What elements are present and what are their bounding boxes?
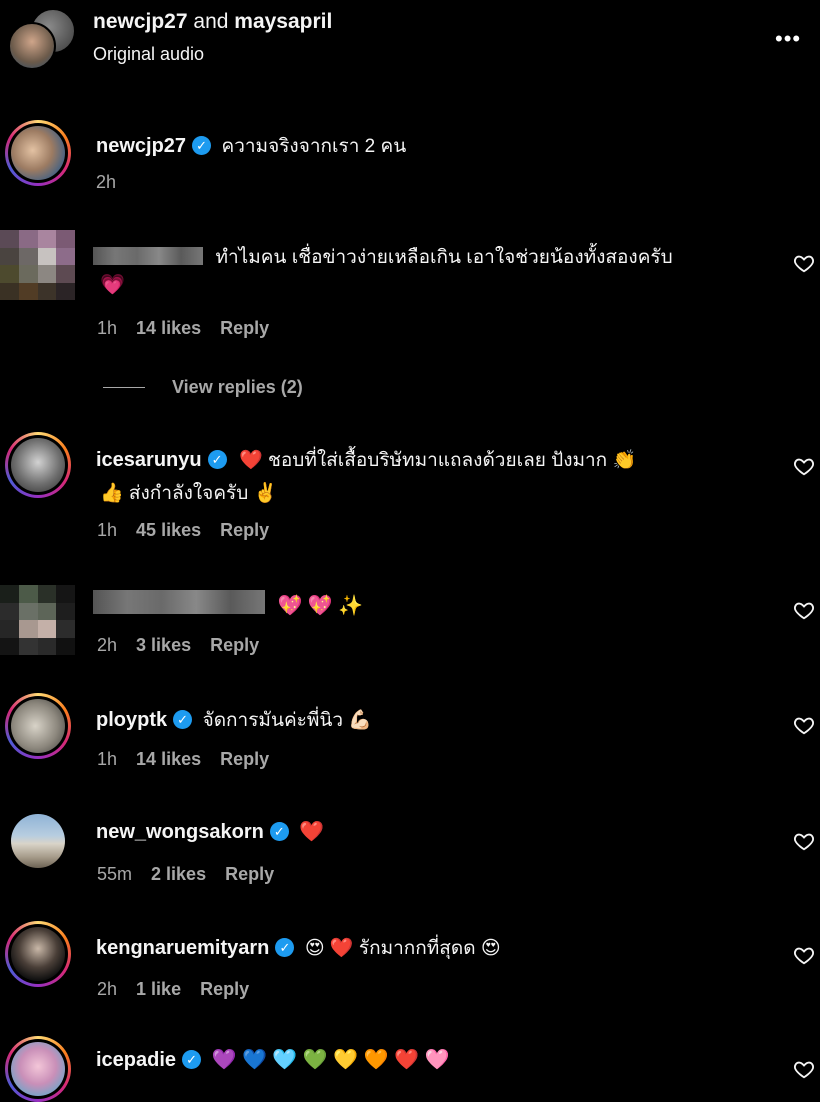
comment-likes[interactable]: 3 likes [136, 635, 191, 655]
avatar [11, 1042, 65, 1096]
verified-badge-icon: ✓ [173, 710, 193, 729]
comment-time: 55m [97, 864, 133, 884]
comment-avatar[interactable] [5, 432, 71, 498]
comment-avatar[interactable] [11, 814, 65, 868]
comment-text: ployptk ✓ จัดการมันค่ะพี่นิว 💪🏻 [96, 709, 372, 731]
audio-label[interactable]: Original audio [93, 44, 204, 65]
reply-button[interactable]: Reply [200, 979, 249, 999]
reply-button[interactable]: Reply [220, 318, 269, 338]
comment-time: 1h [97, 520, 118, 540]
reply-button[interactable]: Reply [220, 520, 269, 540]
reply-button[interactable]: Reply [220, 749, 269, 769]
caption-avatar[interactable] [5, 120, 71, 186]
heart-outline-icon[interactable] [793, 944, 815, 966]
comment-avatar[interactable] [5, 1036, 71, 1102]
verified-badge-icon: ✓ [182, 1050, 202, 1069]
audio-participants: newcjp27 and maysapril [93, 10, 332, 34]
header-joiner: and [193, 10, 229, 33]
heart-outline-icon[interactable] [793, 830, 815, 852]
comment-likes[interactable]: 14 likes [136, 749, 201, 769]
comment-text: 💖 💖 ✨ [93, 590, 363, 618]
comment-username[interactable]: newcjp27 [96, 135, 186, 157]
comment-meta: 2h 1 like Reply [97, 979, 249, 1000]
comment-time: 1h [97, 749, 118, 769]
comment-time: 2h [97, 635, 118, 655]
comment-time: 1h [97, 318, 118, 338]
avatar [8, 22, 56, 70]
comment-username[interactable]: new_wongsakorn [96, 821, 264, 843]
heart-outline-icon[interactable] [793, 252, 815, 274]
comment-text: new_wongsakorn ✓ ❤️ [96, 821, 325, 843]
avatar [11, 927, 65, 981]
heart-outline-icon[interactable] [793, 599, 815, 621]
comment-likes[interactable]: 14 likes [136, 318, 201, 338]
comment-meta: 1h 14 likes Reply [97, 318, 269, 339]
comment-username[interactable]: ployptk [96, 709, 167, 731]
heart-outline-icon[interactable] [793, 1058, 815, 1080]
blurred-username[interactable] [93, 590, 265, 614]
comment-username[interactable]: kengnaruemityarn [96, 937, 269, 959]
comment-meta: 1h 45 likes Reply [97, 520, 269, 541]
view-replies-button[interactable]: View replies (2) [172, 377, 303, 398]
blurred-avatar[interactable] [0, 585, 75, 655]
blurred-avatar[interactable] [0, 230, 75, 300]
comment-username[interactable]: icepadie [96, 1049, 176, 1071]
heart-outline-icon[interactable] [793, 714, 815, 736]
comment-text: icesarunyu ✓ ❤️ ชอบที่ใส่เสื้อบริษัทมาแถล… [96, 449, 637, 471]
divider [103, 387, 145, 388]
comment-username[interactable]: icesarunyu [96, 449, 202, 471]
reply-button[interactable]: Reply [210, 635, 259, 655]
comment-text: kengnaruemityarn ✓ 😍 ❤️ รักมากกที่สุดด 😍 [96, 937, 501, 959]
comment-avatar[interactable] [5, 921, 71, 987]
comment-text: ทำไมคน เชื่อข่าวง่ายเหลือเกิน เอาใจช่วยน… [93, 242, 673, 272]
verified-badge-icon: ✓ [207, 450, 227, 469]
caption-line: newcjp27 ✓ ความจริงจากเรา 2 คน [96, 131, 406, 161]
comment-likes[interactable]: 2 likes [151, 864, 206, 884]
comment-likes[interactable]: 45 likes [136, 520, 201, 540]
comment-meta: 2h 3 likes Reply [97, 635, 259, 656]
header-user-link[interactable]: newcjp27 [93, 10, 188, 33]
avatar [11, 438, 65, 492]
avatar [11, 126, 65, 180]
caption-time: 2h [96, 172, 117, 192]
reply-button[interactable]: Reply [225, 864, 274, 884]
verified-badge-icon: ✓ [192, 136, 212, 155]
comment-meta: 1h 14 likes Reply [97, 749, 269, 770]
more-horizontal-icon[interactable]: ••• [775, 26, 801, 52]
blurred-username[interactable] [93, 247, 203, 265]
verified-badge-icon: ✓ [275, 938, 295, 957]
comment-meta: 55m 2 likes Reply [97, 864, 274, 885]
comment-text-line: 👍 ส่งกำลังใจครับ ✌️ [100, 483, 278, 504]
comment-emoji: 💗 [100, 274, 125, 296]
comment-time: 2h [97, 979, 118, 999]
heart-outline-icon[interactable] [793, 455, 815, 477]
caption-text: ความจริงจากเรา 2 คน [221, 136, 407, 157]
comment-likes[interactable]: 1 like [136, 979, 181, 999]
header-user-link[interactable]: maysapril [234, 10, 332, 33]
comment-avatar[interactable] [5, 693, 71, 759]
avatar [11, 699, 65, 753]
header-avatar-stack[interactable] [8, 8, 76, 70]
comment-text: icepadie ✓ 💜 💙 🩵 💚 💛 🧡 ❤️ 🩷 [96, 1049, 450, 1071]
verified-badge-icon: ✓ [269, 822, 289, 841]
